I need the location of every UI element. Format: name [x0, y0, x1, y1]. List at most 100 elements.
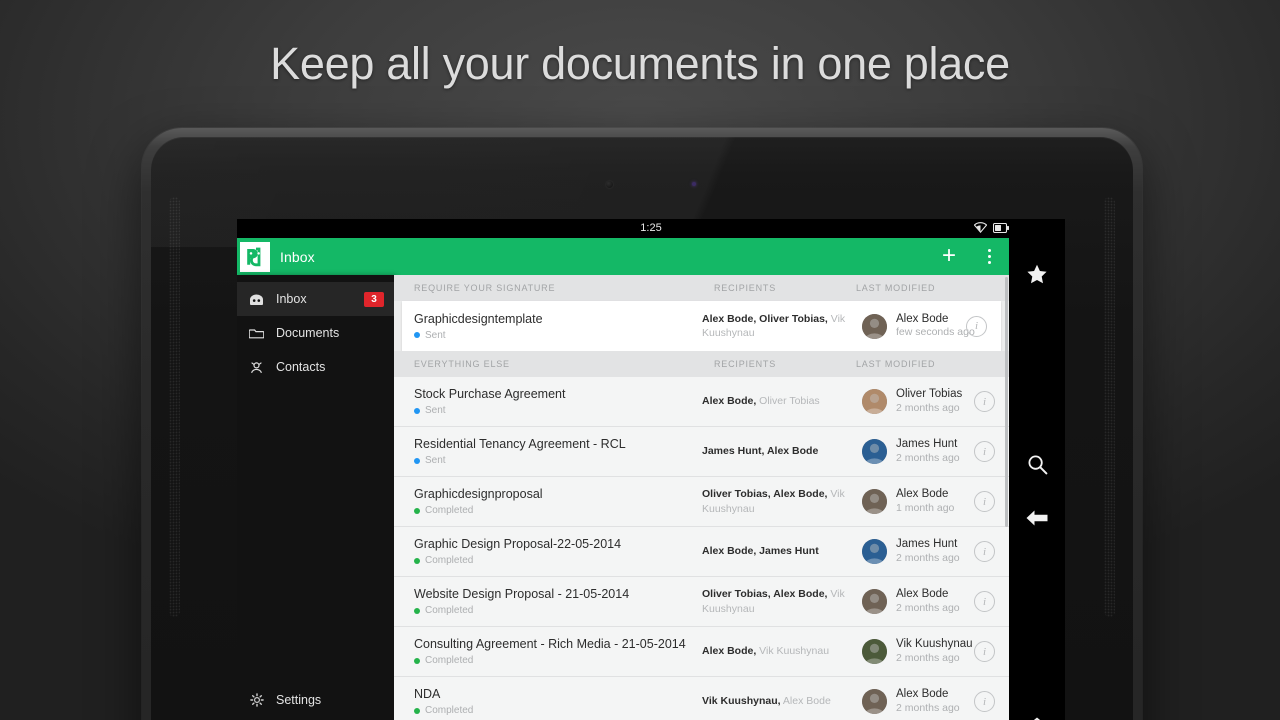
overflow-menu-button[interactable] [969, 238, 1009, 275]
status-label: Completed [425, 505, 474, 516]
modified-by-name: Alex Bode [896, 312, 949, 325]
section-title: REQUIRE YOUR SIGNATURE [414, 283, 556, 293]
avatar [862, 639, 887, 664]
info-icon[interactable]: i [966, 315, 987, 337]
recipient-signer: Alex Bode, [702, 645, 757, 658]
info-icon[interactable]: i [974, 491, 995, 512]
document-row[interactable]: Residential Tenancy Agreement - RCL Sent J… [394, 427, 1009, 477]
modified-text: Vik Kuushynau 2 months ago [896, 638, 973, 664]
status-label: Sent [425, 405, 446, 416]
info-icon[interactable]: i [974, 691, 995, 712]
avatar [862, 313, 887, 339]
info-icon[interactable]: i [974, 641, 995, 662]
star-icon[interactable] [1009, 248, 1065, 300]
modified-timestamp: 1 month ago [896, 501, 955, 514]
info-icon[interactable]: i [974, 591, 995, 612]
section-title: EVERYTHING ELSE [414, 359, 510, 369]
document-list-panel: REQUIRE YOUR SIGNATURE RECIPIENTS LAST MOD… [394, 275, 1009, 720]
status-badge: Completed [414, 605, 702, 616]
status-dot-icon [414, 507, 420, 514]
android-nav-bar [1009, 238, 1065, 720]
status-label: Completed [425, 555, 474, 566]
modified-text: Alex Bode 2 months ago [896, 588, 960, 614]
search-icon[interactable] [1009, 438, 1065, 490]
document-main: Website Design Proposal - 21-05-2014 Comp… [414, 587, 702, 616]
document-last-modified: James Hunt 2 months ago i [852, 538, 1009, 564]
document-row[interactable]: Stock Purchase Agreement Sent Alex Bode, O… [394, 377, 1009, 427]
info-icon[interactable]: i [974, 541, 995, 562]
document-recipients: Alex Bode, Oliver Tobias [702, 394, 852, 408]
status-dot-icon [414, 707, 420, 714]
document-row[interactable]: Graphicdesigntemplate Sent Alex Bode, Oliv… [402, 301, 1001, 351]
tablet-device: 1:25 Inbox + Inbox 3 Documents Contacts … [142, 128, 1142, 720]
sidebar-item-inbox[interactable]: Inbox 3 [237, 282, 394, 316]
document-last-modified: Oliver Tobias 2 months ago i [852, 388, 1009, 414]
sidebar-item-contacts[interactable]: Contacts [237, 350, 394, 384]
folder-icon [249, 326, 264, 341]
status-clock: 1:25 [640, 222, 662, 234]
status-badge: Completed [414, 655, 702, 666]
modified-text: Alex Bode few seconds ago [896, 312, 975, 339]
document-row[interactable]: Graphic Design Proposal-22-05-2014 Comple… [394, 527, 1009, 577]
gear-icon [249, 693, 264, 708]
document-title: Consulting Agreement - Rich Media - 21-0… [414, 637, 686, 651]
recipient-signer: Vik Kuushynau, [702, 695, 781, 708]
document-row[interactable]: Consulting Agreement - Rich Media - 21-0… [394, 627, 1009, 677]
avatar [862, 689, 887, 714]
document-row[interactable]: Website Design Proposal - 21-05-2014 Comp… [394, 577, 1009, 627]
content-scrollbar[interactable] [1005, 277, 1008, 527]
document-main: NDA Completed [414, 687, 702, 716]
modified-timestamp: 2 months ago [896, 451, 960, 464]
status-dot-icon [414, 657, 420, 664]
modified-text: Alex Bode 2 months ago [896, 688, 960, 714]
document-title: NDA [414, 687, 441, 701]
sidebar-item-label: Documents [276, 326, 340, 340]
page-title: Keep all your documents in one place [270, 38, 1010, 89]
document-last-modified: Vik Kuushynau 2 months ago i [852, 638, 1009, 664]
inbox-icon [249, 292, 264, 307]
avatar [862, 589, 887, 614]
document-row[interactable]: NDA Completed Vik Kuushynau, Alex Bode Alex… [394, 677, 1009, 720]
modified-by-name: Oliver Tobias [896, 388, 963, 401]
document-last-modified: James Hunt 2 months ago i [852, 438, 1009, 464]
add-button[interactable]: + [929, 237, 969, 276]
status-dot-icon [414, 457, 420, 464]
modified-timestamp: 2 months ago [896, 401, 960, 414]
speaker-grille-left [169, 196, 180, 618]
section-header: EVERYTHING ELSE RECIPIENTS LAST MODIFIED [394, 351, 1009, 377]
sidebar-item-settings[interactable]: Settings [237, 682, 394, 718]
modified-by-name: James Hunt [896, 538, 958, 551]
info-icon[interactable]: i [974, 441, 995, 462]
home-icon[interactable] [1009, 700, 1065, 720]
tablet-bezel: 1:25 Inbox + Inbox 3 Documents Contacts … [151, 137, 1133, 720]
wifi-icon [973, 222, 988, 236]
battery-icon [992, 222, 1009, 236]
document-row[interactable]: Graphicdesignproposal Completed Oliver Tob… [394, 477, 1009, 527]
modified-text: Alex Bode 1 month ago [896, 488, 954, 514]
back-arrow-icon[interactable] [1009, 492, 1065, 544]
document-recipients: Vik Kuushynau, Alex Bode [702, 694, 852, 708]
document-last-modified: Alex Bode few seconds ago i [852, 313, 1001, 339]
recipient-signer: James Hunt, Alex Bode [702, 445, 819, 458]
sidebar-item-documents[interactable]: Documents [237, 316, 394, 350]
modified-by-name: James Hunt [896, 438, 958, 451]
document-main: Stock Purchase Agreement Sent [414, 387, 702, 416]
status-dot-icon [414, 407, 420, 414]
document-list: REQUIRE YOUR SIGNATURE RECIPIENTS LAST MOD… [394, 275, 1009, 720]
app-body: Inbox 3 Documents Contacts Settings REQU… [237, 275, 1009, 720]
recipient-cc: Vik Kuushynau [756, 645, 830, 658]
modified-text: Oliver Tobias 2 months ago [896, 388, 962, 414]
document-main: Graphicdesigntemplate Sent [414, 312, 702, 341]
status-icons [973, 222, 1009, 236]
recipient-signer: Oliver Tobias, Alex Bode, [702, 588, 828, 601]
modified-text: James Hunt 2 months ago [896, 438, 960, 464]
status-dot-icon [414, 607, 420, 614]
info-icon[interactable]: i [974, 391, 995, 412]
modified-timestamp: 2 months ago [896, 601, 960, 614]
app-frame: Inbox + Inbox 3 Documents Contacts Setti… [237, 238, 1065, 720]
sidebar-item-label: Settings [276, 693, 322, 707]
avatar [862, 539, 887, 564]
avatar [862, 439, 887, 464]
pandadoc-logo-icon[interactable] [240, 241, 270, 272]
modified-by-name: Alex Bode [896, 688, 949, 701]
